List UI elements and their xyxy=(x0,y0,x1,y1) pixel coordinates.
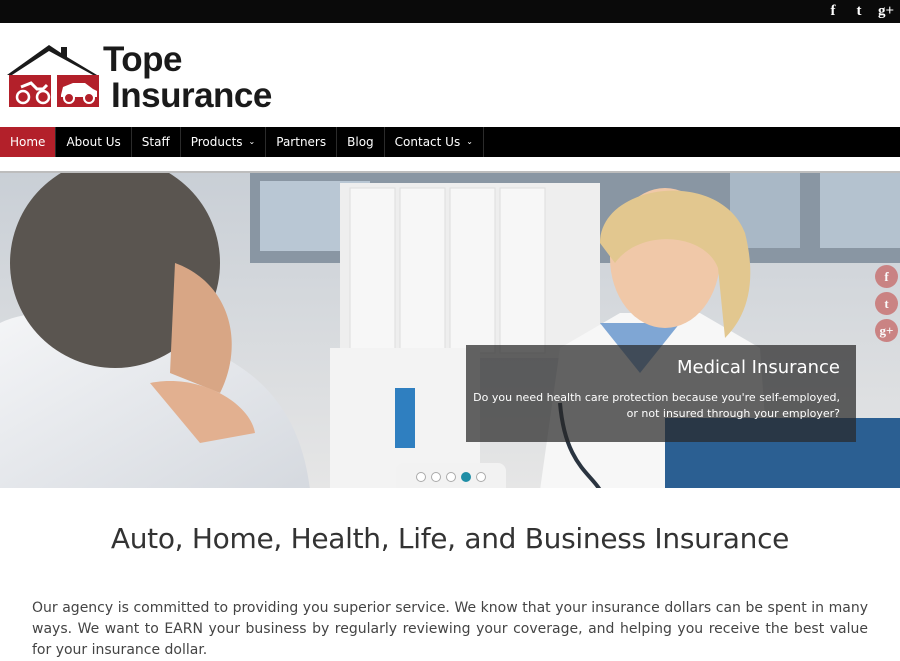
nav-item-contact-us[interactable]: Contact Us ⌄ xyxy=(385,127,484,157)
nav-item-products[interactable]: Products ⌄ xyxy=(181,127,267,157)
side-social-links: f t g+ xyxy=(875,265,898,342)
site-header: Tope Insurance xyxy=(0,23,900,127)
facebook-icon[interactable]: f xyxy=(826,2,840,20)
nav-label: Contact Us xyxy=(394,135,461,149)
nav-item-staff[interactable]: Staff xyxy=(132,127,181,157)
facebook-icon[interactable]: f xyxy=(875,265,898,288)
nav-item-blog[interactable]: Blog xyxy=(337,127,385,157)
slide-caption: Medical Insurance Do you need health car… xyxy=(466,345,856,442)
slide-text: Do you need health care protection becau… xyxy=(473,391,840,420)
chevron-down-icon: ⌄ xyxy=(466,137,473,146)
top-social-links: f t g+ xyxy=(826,2,895,20)
logo-line-2: Insurance xyxy=(111,76,272,115)
intro-paragraph: Our agency is committed to providing you… xyxy=(32,600,868,658)
slider-dot-active[interactable] xyxy=(461,471,471,482)
slider-dot[interactable] xyxy=(416,471,426,482)
nav-item-partners[interactable]: Partners xyxy=(266,127,338,157)
twitter-icon[interactable]: t xyxy=(875,292,898,315)
logo-house-icon[interactable] xyxy=(7,45,103,111)
slide-title: Medical Insurance xyxy=(677,357,840,378)
slider-dot[interactable] xyxy=(431,471,441,482)
nav-label: About Us xyxy=(66,135,121,149)
nav-item-home[interactable]: Home xyxy=(0,127,57,157)
nav-label: Blog xyxy=(347,135,374,149)
slider-dot[interactable] xyxy=(446,471,456,482)
hero-slider: Medical Insurance Do you need health car… xyxy=(0,171,900,488)
nav-item-about-us[interactable]: About Us xyxy=(56,127,132,157)
google-plus-icon[interactable]: g+ xyxy=(878,2,894,20)
google-plus-icon[interactable]: g+ xyxy=(875,319,898,342)
slider-dot[interactable] xyxy=(476,471,486,482)
chevron-down-icon: ⌄ xyxy=(248,137,256,146)
logo-line-1: Tope xyxy=(103,40,183,79)
main-navigation: Home About Us Staff Products ⌄ Partners B… xyxy=(0,127,900,157)
nav-label: Home xyxy=(10,135,46,149)
top-bar: f t g+ xyxy=(0,0,900,23)
page-title: Auto, Home, Health, Life, and Business I… xyxy=(110,522,790,555)
nav-label: Products xyxy=(190,135,243,149)
logo-wordmark[interactable]: Tope Insurance xyxy=(103,42,272,114)
twitter-icon[interactable]: t xyxy=(852,2,866,20)
nav-label: Staff xyxy=(141,135,170,149)
nav-label: Partners xyxy=(276,135,327,149)
slider-pagination xyxy=(396,463,506,488)
